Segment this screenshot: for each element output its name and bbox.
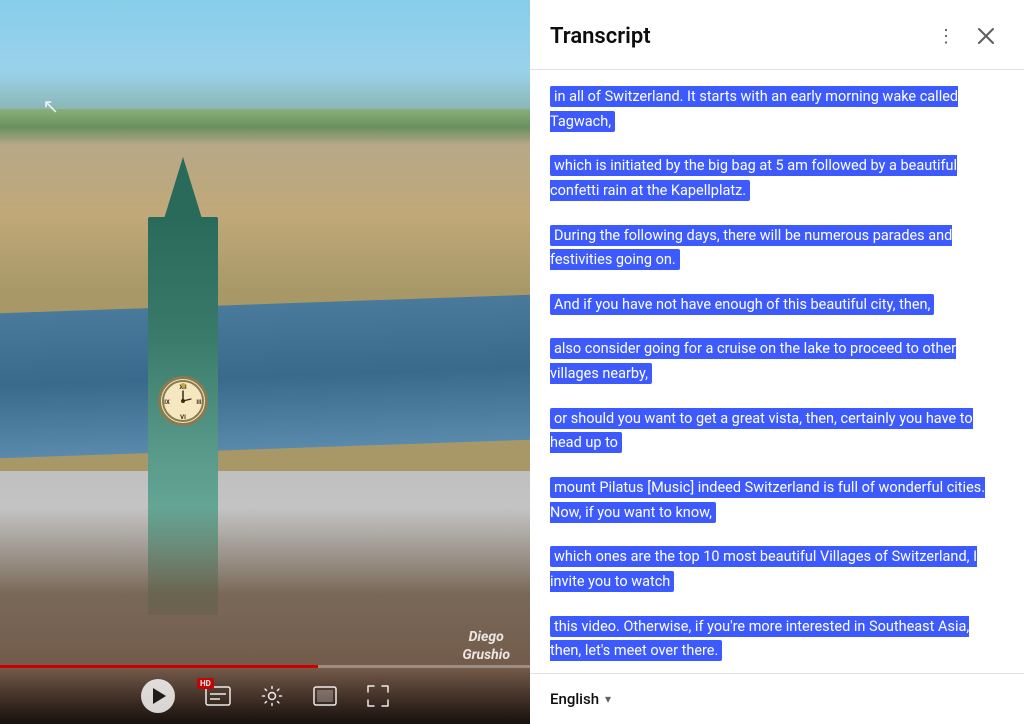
subtitles-button[interactable]: HD xyxy=(205,686,231,706)
transcript-segment: in all of Switzerland. It starts with an… xyxy=(550,85,1004,134)
hd-badge: HD xyxy=(197,678,214,689)
transcript-segment: During the following days, there will be… xyxy=(550,224,1004,273)
language-selector[interactable]: English ▾ xyxy=(550,690,611,708)
transcript-text: And if you have not have enough of this … xyxy=(550,294,934,315)
language-chevron: ▾ xyxy=(605,692,611,706)
more-options-button[interactable]: ⋮ xyxy=(928,18,964,54)
settings-icon xyxy=(261,685,283,707)
transcript-segment: which is initiated by the big bag at 5 a… xyxy=(550,154,1004,203)
transcript-segment: this video. Otherwise, if you're more in… xyxy=(550,615,1004,664)
settings-button[interactable] xyxy=(261,685,283,707)
language-label: English xyxy=(550,690,599,708)
video-controls-bar: HD xyxy=(0,668,530,724)
transcript-text: this video. Otherwise, if you're more in… xyxy=(550,616,969,662)
transcript-segments: in all of Switzerland. It starts with an… xyxy=(550,85,1004,664)
video-player[interactable]: XII III VI IX xyxy=(0,0,530,724)
play-btn-circle[interactable] xyxy=(141,679,175,713)
svg-text:IX: IX xyxy=(165,399,171,406)
transcript-segment: also consider going for a cruise on the … xyxy=(550,337,1004,386)
transcript-panel: Transcript ⋮ in all of Switzerland. It s… xyxy=(530,0,1024,724)
svg-text:VI: VI xyxy=(181,414,187,421)
transcript-text: mount Pilatus [Music] indeed Switzerland… xyxy=(550,477,985,523)
theater-icon xyxy=(313,686,337,706)
transcript-segment: And if you have not have enough of this … xyxy=(550,293,1004,318)
close-transcript-button[interactable] xyxy=(968,18,1004,54)
fullscreen-button[interactable] xyxy=(367,685,389,707)
transcript-text: which is initiated by the big bag at 5 a… xyxy=(550,155,957,201)
channel-watermark: Diego Grushio xyxy=(462,628,510,664)
river-layer xyxy=(0,295,530,458)
transcript-title: Transcript xyxy=(550,24,924,49)
transcript-text: During the following days, there will be… xyxy=(550,225,952,271)
transcript-scroll-area[interactable]: in all of Switzerland. It starts with an… xyxy=(530,70,1024,673)
subtitles-icon xyxy=(205,686,231,706)
play-icon xyxy=(153,688,166,704)
play-button[interactable] xyxy=(141,679,175,713)
transcript-text: which ones are the top 10 most beautiful… xyxy=(550,546,977,592)
transcript-segment: which ones are the top 10 most beautiful… xyxy=(550,545,1004,594)
svg-text:III: III xyxy=(197,399,203,406)
church-spire xyxy=(163,157,203,222)
transcript-text: in all of Switzerland. It starts with an… xyxy=(550,86,958,132)
transcript-header: Transcript ⋮ xyxy=(530,0,1024,70)
transcript-segment: mount Pilatus [Music] indeed Switzerland… xyxy=(550,476,1004,525)
theater-mode-button[interactable] xyxy=(313,686,337,706)
transcript-text: also consider going for a cruise on the … xyxy=(550,338,956,384)
clock-face: XII III VI IX xyxy=(158,376,208,426)
transcript-segment: or should you want to get a great vista,… xyxy=(550,407,1004,456)
transcript-text: or should you want to get a great vista,… xyxy=(550,408,973,454)
transcript-footer: English ▾ xyxy=(530,673,1024,724)
fullscreen-icon xyxy=(367,685,389,707)
close-icon xyxy=(977,27,995,45)
